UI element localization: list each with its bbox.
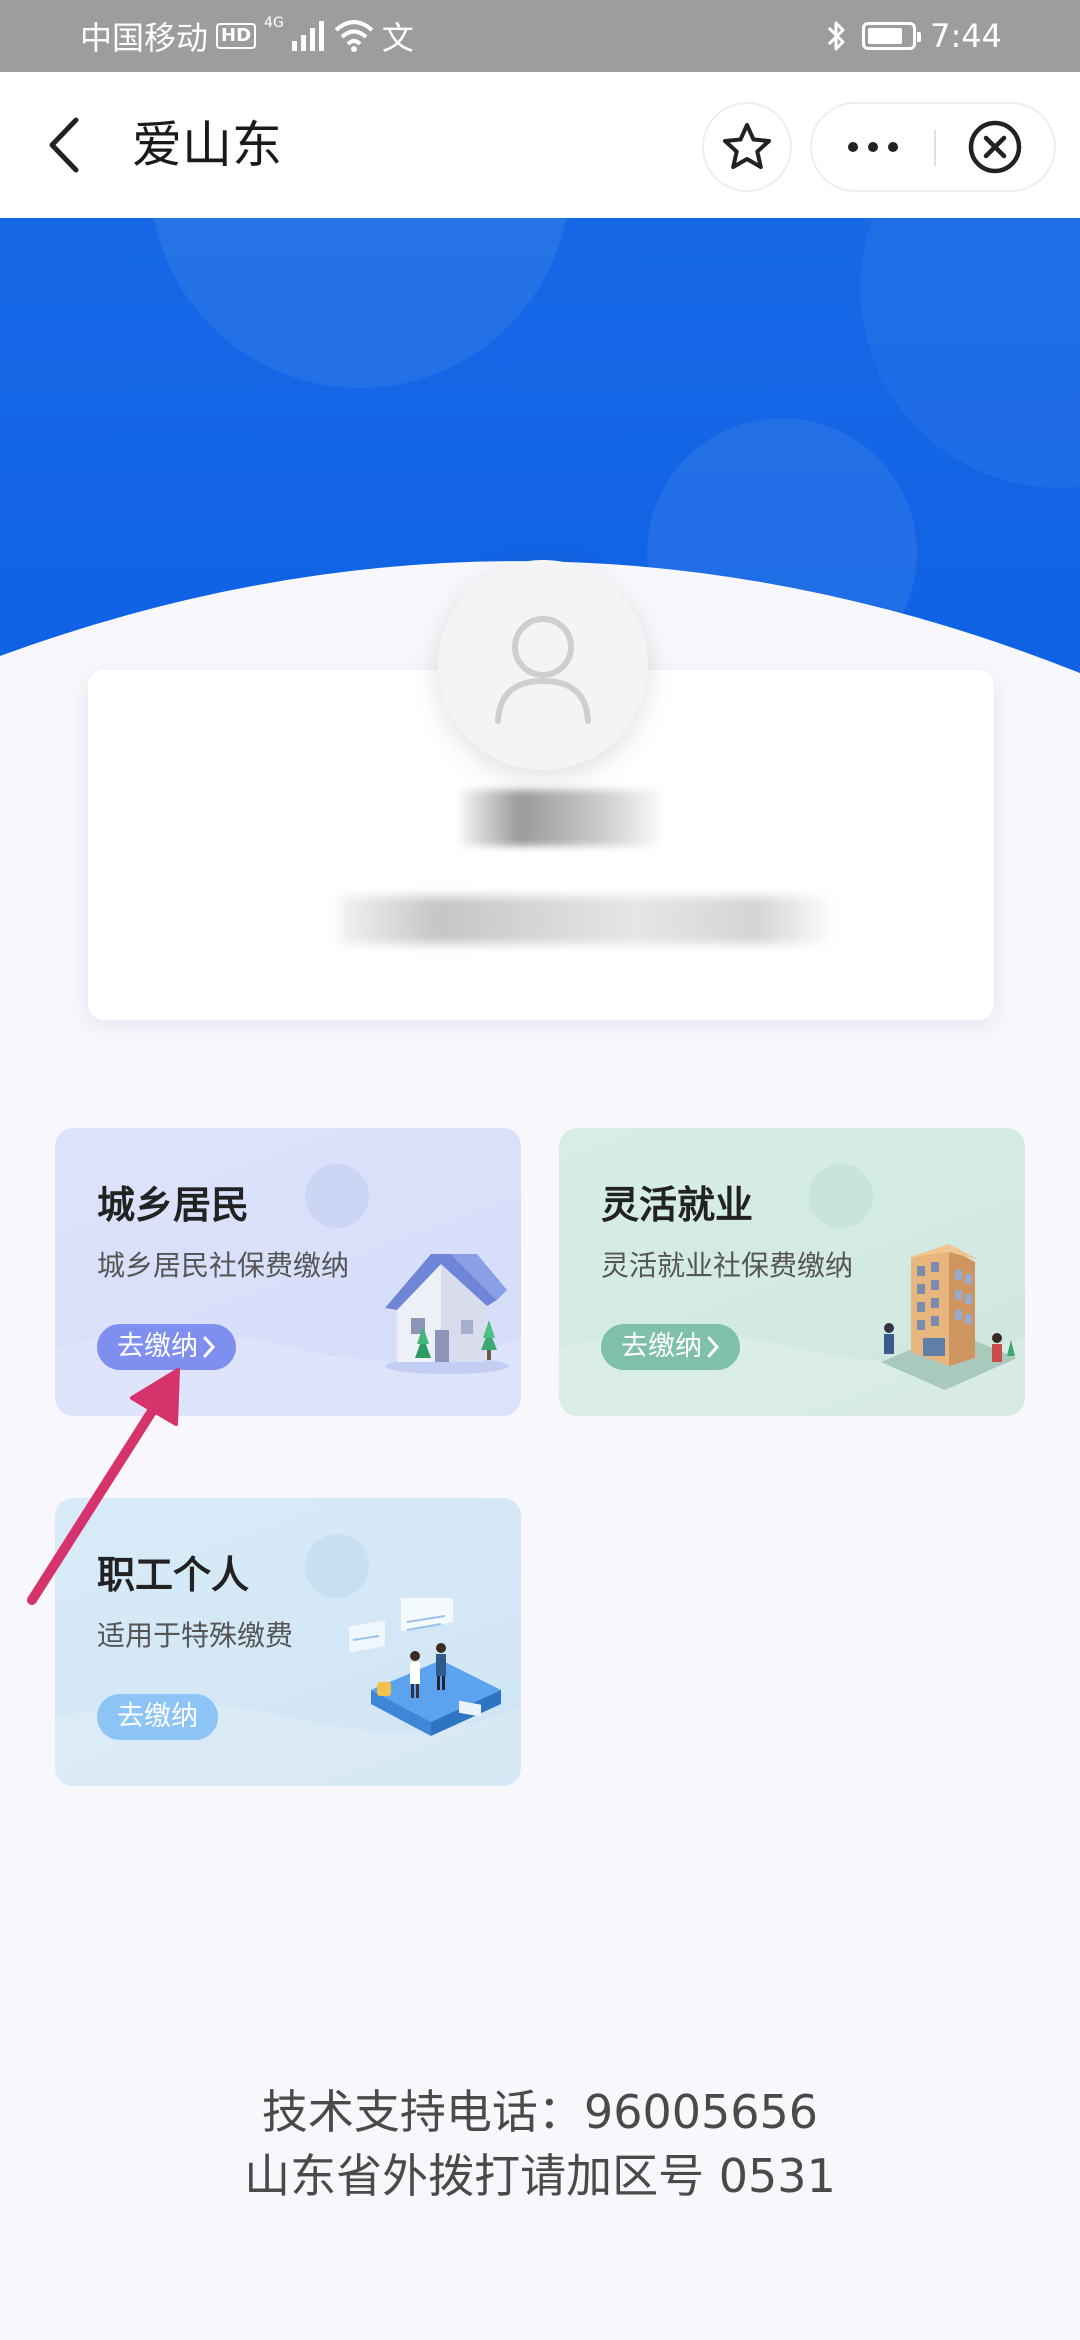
close-button[interactable]	[936, 104, 1054, 190]
clock: 7:44	[930, 17, 1002, 55]
pay-button-label: 去缴纳	[117, 1701, 198, 1732]
service-title: 城乡居民	[97, 1183, 250, 1227]
chevron-right-icon	[707, 1336, 720, 1358]
office-building-icon	[881, 1244, 1017, 1390]
decor-bubble	[305, 1164, 369, 1228]
carrier-label: 中国移动	[80, 19, 209, 57]
annotation-arrow	[27, 1368, 180, 1605]
more-dots-icon	[848, 142, 898, 152]
wifi-icon	[334, 20, 374, 52]
mini-program-capsule	[810, 102, 1056, 192]
service-card-flexible[interactable]: 灵活就业 灵活就业社保费缴纳 去缴纳	[559, 1128, 1025, 1416]
pay-button-worker[interactable]: 去缴纳	[97, 1694, 218, 1740]
house-icon	[385, 1254, 509, 1374]
service-subtitle: 灵活就业社保费缴纳	[601, 1249, 854, 1282]
service-subtitle: 城乡居民社保费缴纳	[97, 1249, 350, 1282]
status-left: 中国移动 HD 4G 文	[80, 0, 414, 72]
avatar[interactable]	[438, 560, 648, 770]
favorite-button[interactable]	[702, 102, 792, 192]
decor-bubble	[809, 1164, 873, 1228]
area-code-note: 山东省外拨打请加区号 0531	[244, 2149, 836, 2203]
network-label: 4G	[264, 15, 284, 31]
support-phone: 技术支持电话：96005656	[261, 2085, 819, 2139]
user-avatar-icon	[495, 616, 591, 724]
star-icon	[723, 123, 771, 169]
user-name-redacted	[460, 790, 660, 846]
pay-button-label: 去缴纳	[621, 1331, 702, 1362]
page-title: 爱山东	[132, 116, 282, 174]
nav-bar: 爱山东	[0, 72, 1080, 218]
battery-level	[868, 28, 902, 44]
back-button[interactable]	[38, 110, 94, 180]
battery-icon	[862, 22, 922, 50]
workers-platform-icon	[349, 1598, 501, 1736]
signal-icon	[291, 21, 324, 51]
hd-badge: HD	[216, 23, 257, 49]
input-method-icon: 文	[381, 19, 414, 57]
bluetooth-icon	[828, 21, 845, 51]
close-circle-icon	[968, 120, 1022, 174]
pay-button-flexible[interactable]: 去缴纳	[601, 1324, 740, 1370]
status-bar: 中国移动 HD 4G 文 7:44	[0, 0, 1080, 72]
decor-bubble	[305, 1534, 369, 1598]
chevron-right-icon	[203, 1336, 216, 1358]
status-right: 7:44	[826, 0, 1002, 72]
service-title: 灵活就业	[601, 1183, 754, 1227]
more-button[interactable]	[812, 104, 934, 190]
chevron-left-icon	[49, 117, 79, 173]
user-id-redacted	[340, 896, 830, 944]
footer: 技术支持电话：96005656 山东省外拨打请加区号 0531	[0, 2080, 1080, 2208]
